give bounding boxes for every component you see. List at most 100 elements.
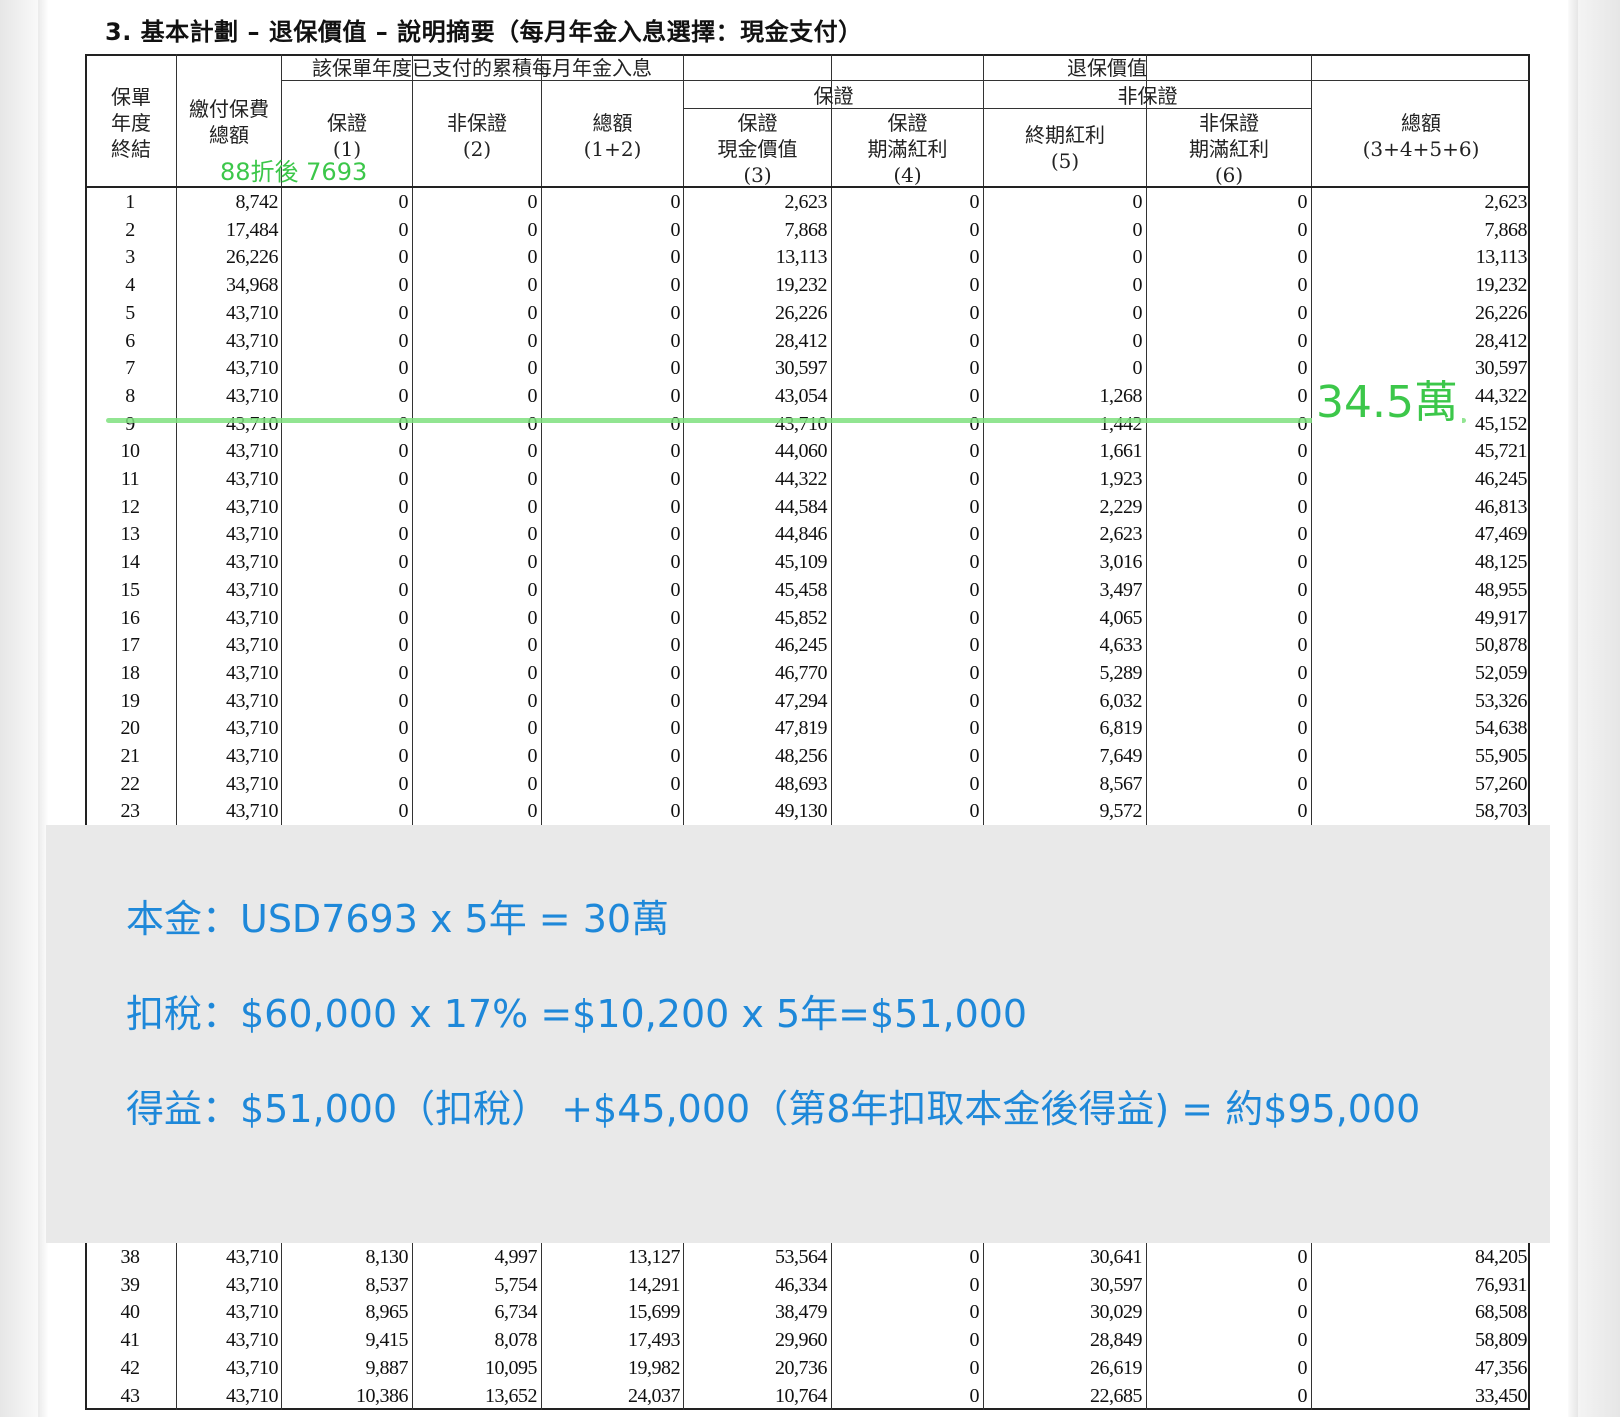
cell-value: 49,130 bbox=[775, 800, 828, 823]
cell-value: 57,260 bbox=[1475, 772, 1528, 795]
cell-value: 0 bbox=[1297, 357, 1308, 380]
cell-value: 0 bbox=[969, 661, 980, 684]
cell-value: 47,294 bbox=[775, 689, 828, 712]
cell-value: 26,226 bbox=[1475, 301, 1528, 324]
cell-value: 10,764 bbox=[775, 1384, 828, 1407]
cell-value: 0 bbox=[1297, 800, 1308, 823]
cell-value: 0 bbox=[398, 551, 409, 574]
cell-value: 0 bbox=[1297, 301, 1308, 324]
cell-value: 0 bbox=[527, 246, 538, 269]
cell-value: 43,710 bbox=[226, 412, 279, 435]
cell-value: 26,226 bbox=[775, 301, 828, 324]
cell-value: 45,721 bbox=[1475, 440, 1528, 463]
table-row: 19 43,710 0 0 0 47,294 0 6,032 0 53,326 bbox=[85, 688, 1530, 716]
cell-value: 0 bbox=[670, 412, 681, 435]
cell-value: 5,289 bbox=[1099, 661, 1143, 684]
cell-value: 0 bbox=[398, 606, 409, 629]
cell-value: 0 bbox=[969, 1329, 980, 1352]
cell-value: 0 bbox=[527, 440, 538, 463]
cell-value: 0 bbox=[1132, 246, 1143, 269]
cell-value: 0 bbox=[398, 301, 409, 324]
cell-value: 8,965 bbox=[365, 1301, 409, 1324]
cell-value: 0 bbox=[1297, 246, 1308, 269]
cell-value: 46,813 bbox=[1475, 495, 1528, 518]
table-row: 16 43,710 0 0 0 45,852 0 4,065 0 49,917 bbox=[85, 605, 1530, 633]
gain-note: 得益：$51,000（扣稅） +$45,000（第8年扣取本金後得益) = 約$… bbox=[126, 1087, 1421, 1131]
cell-value: 8,742 bbox=[235, 191, 279, 213]
cell-value: 0 bbox=[670, 191, 681, 213]
cell-value: 20,736 bbox=[775, 1356, 828, 1379]
cell-value: 0 bbox=[527, 301, 538, 324]
cell-value: 0 bbox=[1297, 468, 1308, 490]
cell-value: 13,652 bbox=[485, 1384, 538, 1407]
cell-value: 44,322 bbox=[775, 468, 828, 490]
cell-value: 9,887 bbox=[365, 1356, 409, 1379]
cell-value: 0 bbox=[670, 661, 681, 684]
table-row: 14 43,710 0 0 0 45,109 0 3,016 0 48,125 bbox=[85, 549, 1530, 577]
cell-value: 0 bbox=[969, 1246, 980, 1268]
cell-value: 43,710 bbox=[226, 1273, 279, 1296]
cell-value: 0 bbox=[1297, 578, 1308, 601]
cell-value: 0 bbox=[398, 357, 409, 380]
cell-value: 0 bbox=[1132, 191, 1143, 213]
cell-value: 0 bbox=[1297, 1329, 1308, 1352]
cell-value: 43,710 bbox=[226, 1301, 279, 1324]
cell-value: 0 bbox=[398, 661, 409, 684]
cell-value: 7,649 bbox=[1099, 745, 1143, 767]
cell-value: 0 bbox=[670, 523, 681, 546]
cell-value: 13,113 bbox=[1475, 246, 1528, 269]
cell-value: 0 bbox=[969, 357, 980, 380]
table-row: 43 43,710 10,386 13,652 24,037 10,764 0 22,685 0… bbox=[85, 1383, 1530, 1411]
cell-value: 0 bbox=[969, 329, 980, 352]
cell-value: 0 bbox=[527, 551, 538, 574]
cell-value: 0 bbox=[670, 495, 681, 518]
cell-value: 0 bbox=[670, 606, 681, 629]
table-row: 4 34,968 0 0 0 19,232 0 0 0 19,232 bbox=[85, 272, 1530, 300]
table-row: 1 8,742 0 0 0 2,623 0 0 0 2,623 bbox=[85, 189, 1530, 217]
cell-value: 14,291 bbox=[628, 1273, 681, 1296]
cell-value: 43,710 bbox=[226, 301, 279, 324]
cell-value: 30,641 bbox=[1090, 1246, 1143, 1268]
cell-value: 0 bbox=[969, 1273, 980, 1296]
cell-value: 0 bbox=[670, 218, 681, 241]
cell-value: 0 bbox=[969, 412, 980, 435]
cell-value: 43,710 bbox=[226, 1329, 279, 1352]
cell-value: 8,078 bbox=[494, 1329, 538, 1352]
cell-value: 0 bbox=[1297, 634, 1308, 657]
cell-value: 0 bbox=[670, 274, 681, 297]
table-row: 12 43,710 0 0 0 44,584 0 2,229 0 46,813 bbox=[85, 494, 1530, 522]
value-annotation: 34.5萬 bbox=[1312, 366, 1462, 430]
cell-value: 0 bbox=[1132, 218, 1143, 241]
cell-value: 0 bbox=[670, 800, 681, 823]
cell-value: 0 bbox=[670, 772, 681, 795]
cell-value: 0 bbox=[969, 606, 980, 629]
table-row: 40 43,710 8,965 6,734 15,699 38,479 0 30,029 0 68… bbox=[85, 1299, 1530, 1327]
cell-value: 9,572 bbox=[1099, 800, 1143, 823]
cell-value: 0 bbox=[398, 689, 409, 712]
cell-value: 6,032 bbox=[1099, 689, 1143, 712]
cell-value: 48,693 bbox=[775, 772, 828, 795]
cell-value: 0 bbox=[969, 634, 980, 657]
table-row: 2 17,484 0 0 0 7,868 0 0 0 7,868 bbox=[85, 217, 1530, 245]
cell-value: 43,710 bbox=[226, 384, 279, 407]
cell-value: 0 bbox=[969, 772, 980, 795]
cell-value: 8,130 bbox=[365, 1246, 409, 1268]
cell-value: 0 bbox=[527, 606, 538, 629]
cell-value: 9,415 bbox=[365, 1329, 409, 1352]
cell-value: 43,710 bbox=[226, 357, 279, 380]
cell-value: 43,710 bbox=[226, 661, 279, 684]
cell-value: 45,109 bbox=[775, 551, 828, 574]
cell-value: 10,095 bbox=[485, 1356, 538, 1379]
table-row: 38 43,710 8,130 4,997 13,127 53,564 0 30,641 0 84… bbox=[85, 1244, 1530, 1272]
cell-value: 0 bbox=[969, 1384, 980, 1407]
cell-value: 0 bbox=[1297, 523, 1308, 546]
cell-value: 0 bbox=[1297, 551, 1308, 574]
cell-value: 0 bbox=[398, 523, 409, 546]
cell-value: 30,597 bbox=[775, 357, 828, 380]
cell-value: 0 bbox=[527, 661, 538, 684]
cell-value: 1,442 bbox=[1099, 412, 1143, 435]
cell-value: 43,710 bbox=[226, 578, 279, 601]
cell-value: 0 bbox=[670, 689, 681, 712]
cell-value: 0 bbox=[398, 191, 409, 213]
cell-value: 0 bbox=[670, 634, 681, 657]
